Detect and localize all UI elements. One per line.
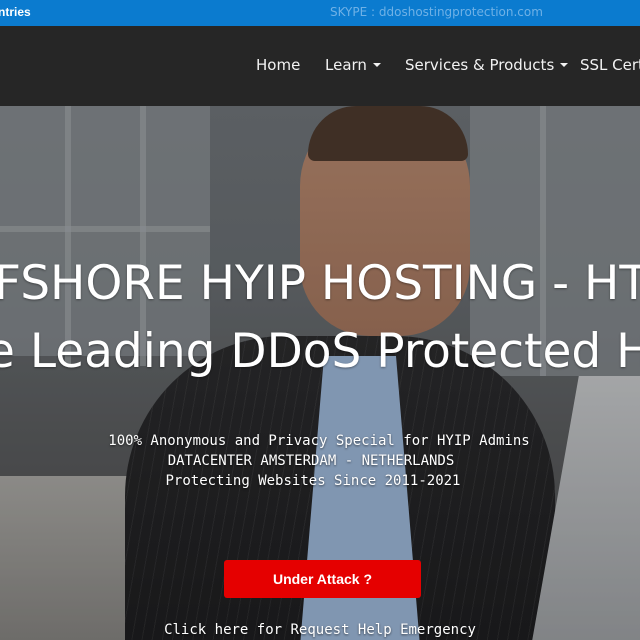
hero-headline-1: FSHORE HYIP HOSTING - HTTP bbox=[0, 256, 640, 311]
nav-item-learn[interactable]: Learn bbox=[325, 56, 381, 74]
hero-section: FSHORE HYIP HOSTING - HTTP e Leading DDo… bbox=[0, 106, 640, 640]
top-bar-left-text: ntries bbox=[0, 5, 31, 19]
nav-item-services-label: Services & Products bbox=[405, 56, 555, 74]
nav-item-home[interactable]: Home bbox=[256, 56, 300, 74]
skype-contact-text: SKYPE : ddoshostingprotection.com bbox=[330, 5, 543, 19]
nav-item-home-label: Home bbox=[256, 56, 301, 74]
under-attack-button[interactable]: Under Attack ? bbox=[224, 560, 421, 598]
hero-subtext-anonymous: 100% Anonymous and Privacy Special for H… bbox=[108, 433, 530, 449]
main-navbar: Home Learn Services & Products SSL Certi bbox=[0, 26, 640, 106]
request-help-link[interactable]: Click here for Request Help Emergency bbox=[0, 622, 640, 638]
nav-item-ssl-label: SSL Certi bbox=[580, 56, 640, 74]
nav-item-learn-label: Learn bbox=[325, 56, 367, 74]
chevron-down-icon bbox=[372, 62, 381, 67]
nav-item-ssl-certificates[interactable]: SSL Certi bbox=[580, 56, 640, 74]
chevron-down-icon bbox=[560, 62, 569, 67]
nav-item-services-products[interactable]: Services & Products bbox=[405, 56, 569, 74]
hero-headline-2: e Leading DDoS Protected Hosti bbox=[0, 324, 640, 379]
top-contact-bar: ntries SKYPE : ddoshostingprotection.com bbox=[0, 0, 640, 26]
hero-subtext-datacenter: DATACENTER AMSTERDAM - NETHERLANDS bbox=[167, 453, 455, 469]
hero-subtext-since: Protecting Websites Since 2011-2021 bbox=[165, 473, 461, 489]
